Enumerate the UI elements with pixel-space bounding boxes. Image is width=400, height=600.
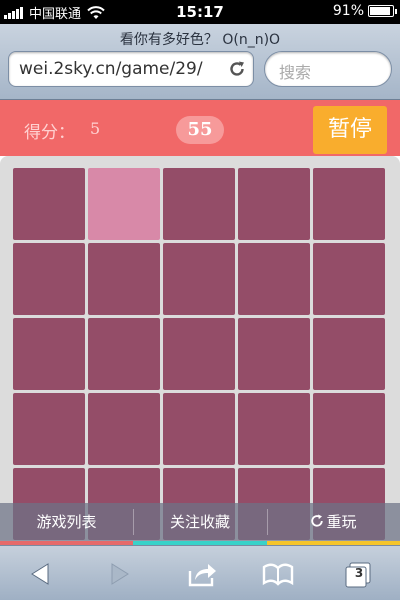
browser-toolbar: 3 [0,545,400,600]
search-placeholder: 搜索 [279,63,312,82]
score-value: 5 [90,119,101,138]
color-tile[interactable] [313,318,385,390]
url-field[interactable]: wei.2sky.cn/game/29/ [8,51,254,87]
back-arrow-icon [31,563,49,585]
color-tile[interactable] [88,393,160,465]
pause-button[interactable]: 暂停 [313,106,387,154]
replay-label: 重玩 [326,513,357,531]
color-tile[interactable] [238,243,310,315]
browser-address-bar: 看你有多好色？ O(n_n)O wei.2sky.cn/game/29/ 搜索 [0,24,400,100]
book-icon [262,563,294,586]
countdown-timer: 55 [176,116,224,144]
color-tile[interactable] [163,318,235,390]
color-tile[interactable] [13,243,85,315]
game-list-button[interactable]: 游戏列表 [0,503,133,541]
search-input[interactable]: 搜索 [264,51,392,87]
url-text: wei.2sky.cn/game/29/ [19,59,203,79]
share-button[interactable] [186,559,218,589]
back-button[interactable] [24,559,56,589]
game-board [0,156,400,540]
battery-percent: 91% [332,3,364,19]
color-tile[interactable] [238,168,310,240]
color-tile[interactable] [88,318,160,390]
color-tile[interactable] [163,393,235,465]
color-tile[interactable] [163,168,235,240]
color-tile[interactable] [313,168,385,240]
color-tile[interactable] [13,393,85,465]
color-tile[interactable] [238,318,310,390]
battery-icon [368,5,397,17]
score-label: 得分： [24,123,75,143]
tabs-button[interactable]: 3 [342,559,374,589]
color-tile[interactable] [313,393,385,465]
tabs-count: 3 [354,566,364,580]
follow-bookmark-button[interactable]: 关注收藏 [133,503,267,541]
forward-arrow-icon [111,563,129,585]
reload-icon[interactable] [227,59,247,79]
color-tile[interactable] [13,318,85,390]
color-tile[interactable] [88,243,160,315]
replay-icon [311,514,324,527]
status-bar: 中国联通 15:17 91% [0,0,400,24]
odd-color-tile[interactable] [88,168,160,240]
page-title: 看你有多好色？ O(n_n)O [119,32,281,48]
replay-button[interactable]: 重玩 [267,503,400,541]
color-tile[interactable] [313,243,385,315]
color-tile[interactable] [13,168,85,240]
share-icon [188,564,216,587]
forward-button[interactable] [104,559,136,589]
color-tile[interactable] [238,393,310,465]
color-tile[interactable] [163,243,235,315]
bottom-menu: 游戏列表 关注收藏 重玩 [0,503,400,541]
bookmarks-button[interactable] [262,559,294,589]
